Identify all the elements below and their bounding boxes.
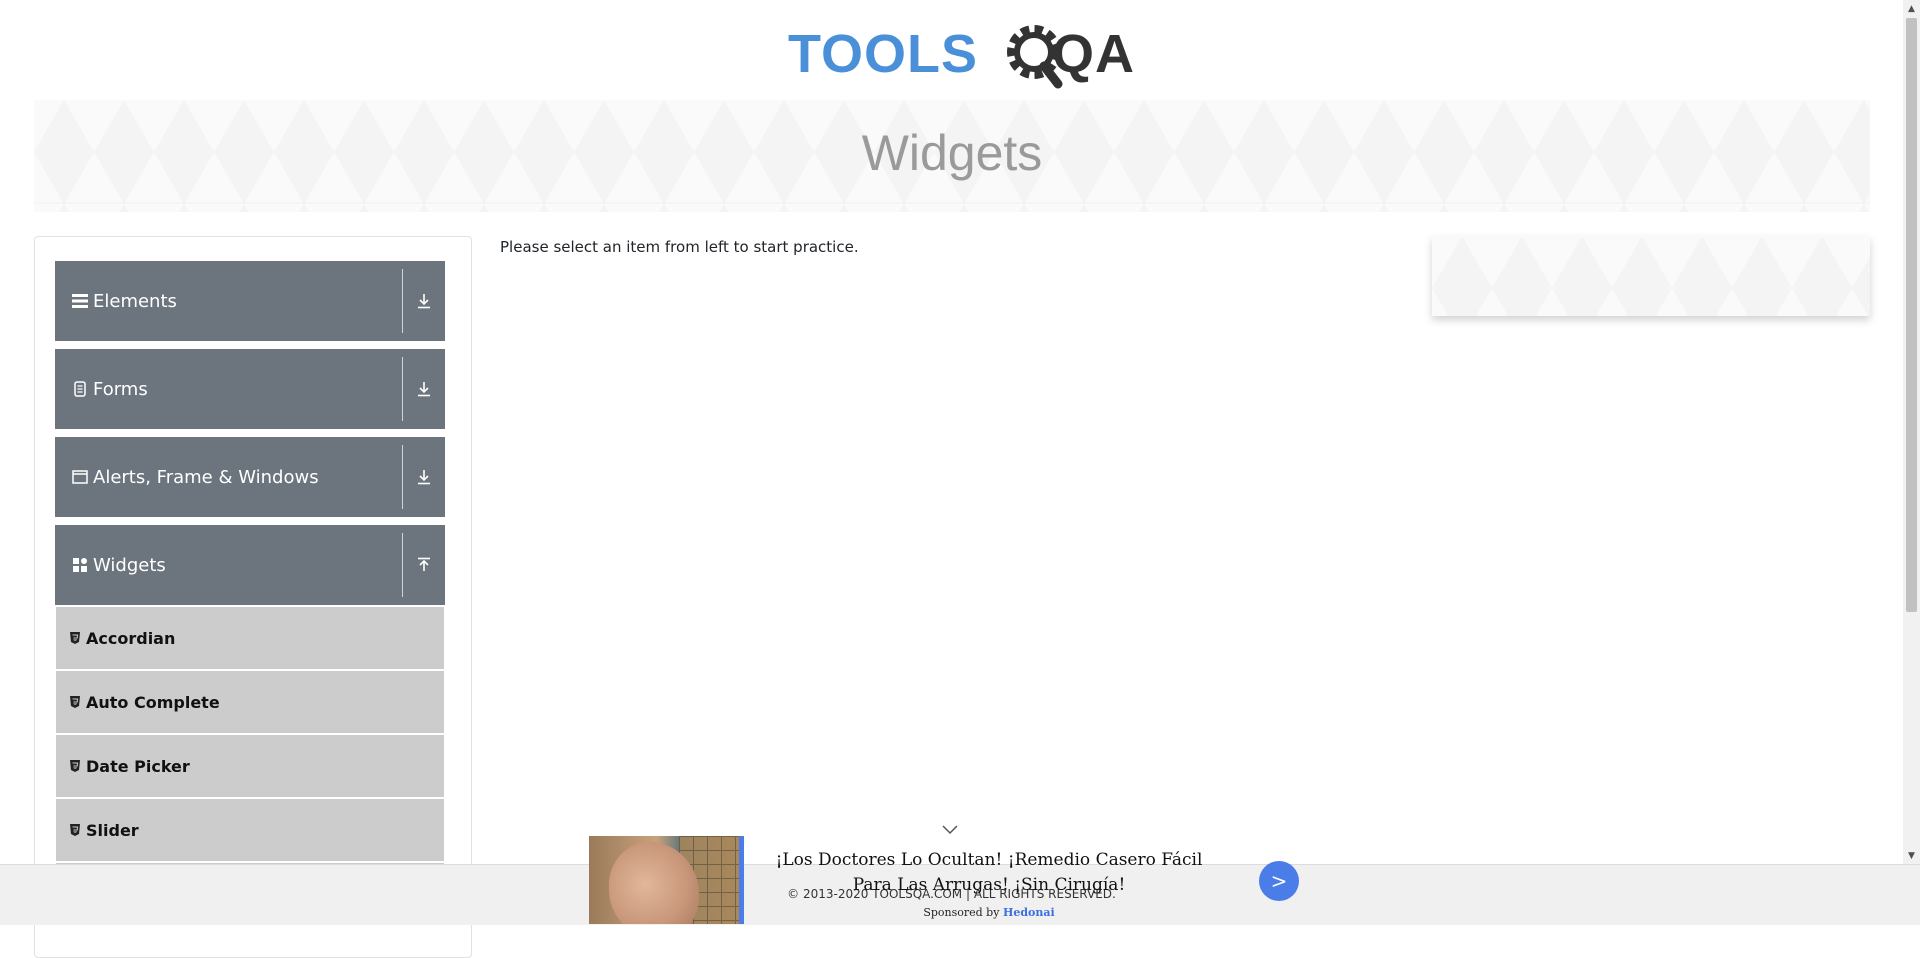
sidebar-item-label: Auto Complete xyxy=(86,692,220,712)
sidebar-group-forms[interactable]: Forms xyxy=(55,349,445,429)
html5-icon xyxy=(70,696,80,708)
sidebar-item-accordian[interactable]: Accordian xyxy=(56,607,444,671)
ad-headline[interactable]: ¡Los Doctores Lo Ocultan! ¡Remedio Caser… xyxy=(759,848,1219,898)
sidebar-group-widgets[interactable]: Widgets xyxy=(55,525,445,605)
html5-icon xyxy=(70,632,80,644)
download-arrow-icon[interactable] xyxy=(403,261,445,341)
html5-icon xyxy=(70,824,80,836)
sticky-ad-banner[interactable]: ¡Los Doctores Lo Ocultan! ¡Remedio Caser… xyxy=(589,836,1309,924)
sidebar-group-elements[interactable]: Elements xyxy=(55,261,445,341)
sidebar-group-label: Widgets xyxy=(93,554,166,576)
file-icon xyxy=(71,380,89,398)
download-arrow-icon[interactable] xyxy=(403,437,445,517)
grid-icon xyxy=(71,556,89,574)
ad-sponsor-name[interactable]: Hedonai xyxy=(1003,906,1055,919)
scroll-down-arrow-icon[interactable]: ▼ xyxy=(1903,847,1920,864)
download-arrow-icon[interactable] xyxy=(403,349,445,429)
page-banner: Widgets xyxy=(34,100,1870,212)
sidebar-item-date-picker[interactable]: Date Picker xyxy=(56,735,444,799)
left-panel: Elements Forms Alerts, Frame & Windows W… xyxy=(34,236,472,958)
menu-icon xyxy=(71,292,89,310)
gear-icon xyxy=(1007,25,1063,89)
logo-text-tools: TOOLS xyxy=(788,24,979,84)
window-icon xyxy=(71,468,89,486)
page-scrollbar[interactable]: ▲ ▼ xyxy=(1903,0,1920,864)
ad-sponsor-line: Sponsored by Hedonai xyxy=(759,906,1219,919)
sidebar-item-slider[interactable]: Slider xyxy=(56,799,444,863)
sidebar-item-label: Slider xyxy=(86,820,139,840)
sidebar-group-label: Alerts, Frame & Windows xyxy=(93,466,319,488)
page-title: Widgets xyxy=(861,125,1043,181)
sidebar-group-alerts-frame-windows[interactable]: Alerts, Frame & Windows xyxy=(55,437,445,517)
sidebar-item-label: Date Picker xyxy=(86,756,190,776)
toolsqa-logo[interactable]: TOOLS QA xyxy=(788,14,1134,94)
html5-icon xyxy=(70,760,80,772)
sidebar-group-label: Elements xyxy=(93,290,177,312)
instruction-text: Please select an item from left to start… xyxy=(500,238,859,256)
sidebar-item-label: Accordian xyxy=(86,628,176,648)
scroll-up-arrow-icon[interactable]: ▲ xyxy=(1903,0,1920,17)
scroll-thumb[interactable] xyxy=(1906,18,1917,612)
ad-image[interactable] xyxy=(589,836,739,924)
ad-next-button[interactable]: > xyxy=(1259,861,1299,901)
sidebar-item-auto-complete[interactable]: Auto Complete xyxy=(56,671,444,735)
ad-placeholder-card xyxy=(1432,236,1870,316)
upload-arrow-icon[interactable] xyxy=(403,525,445,605)
ad-sponsored-prefix: Sponsored by xyxy=(923,906,1000,919)
sidebar-group-label: Forms xyxy=(93,378,148,400)
